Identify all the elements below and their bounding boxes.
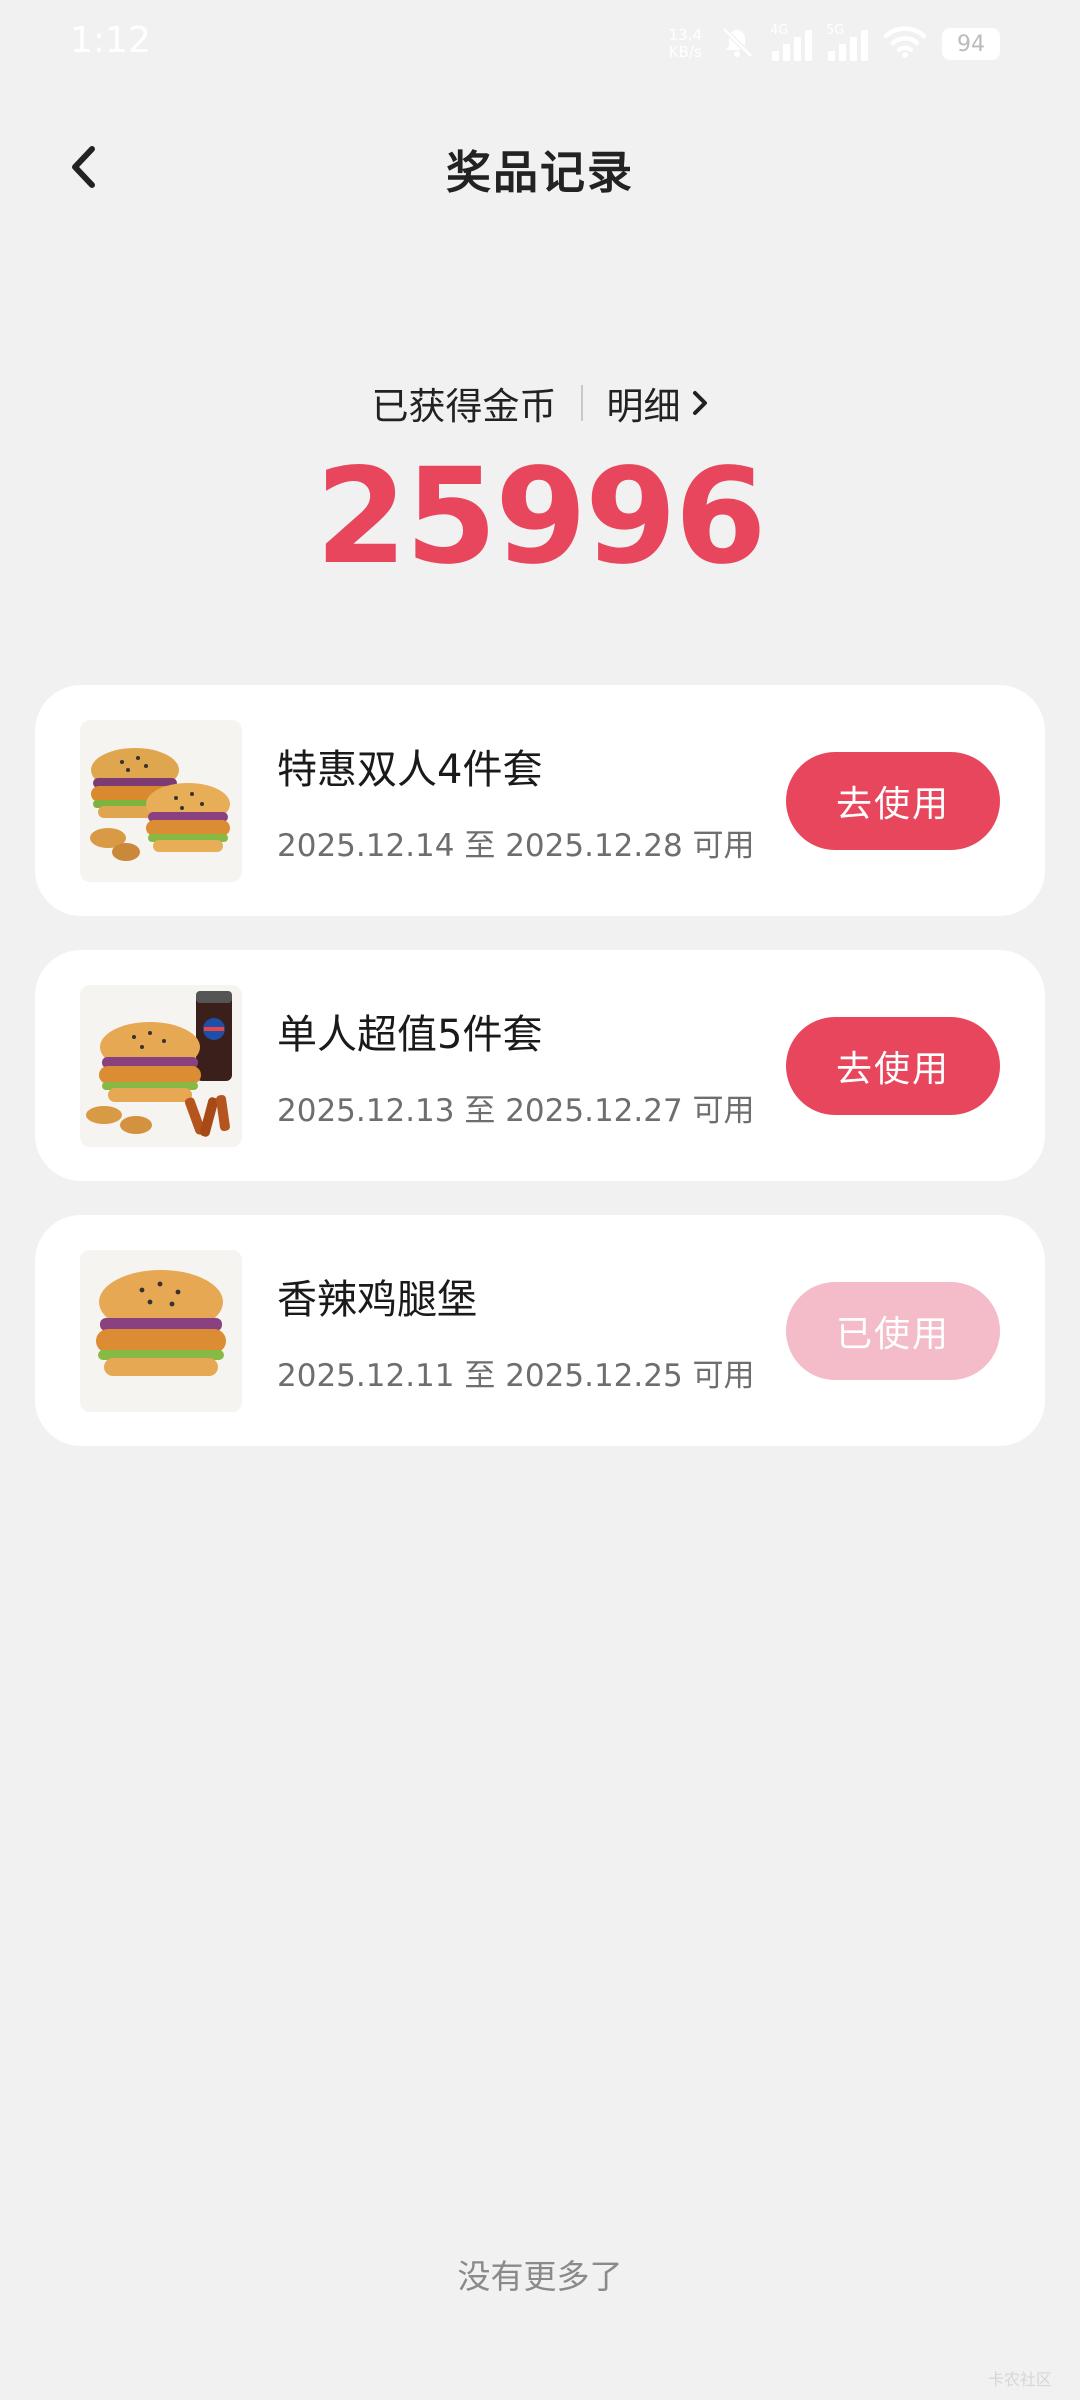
product-image [80, 720, 242, 882]
prize-card: 香辣鸡腿堡 2025.12.11 至 2025.12.25 可用 已使用 [35, 1215, 1045, 1446]
product-image [80, 1250, 242, 1412]
network-speed: 13.4 KB/s [668, 26, 702, 61]
prize-validity: 2025.12.13 至 2025.12.27 可用 [277, 1093, 755, 1129]
use-button[interactable]: 去使用 [786, 752, 1000, 850]
prize-card: 特惠双人4件套 2025.12.14 至 2025.12.28 可用 去使用 [35, 685, 1045, 916]
status-bar: 1:12 13.4 KB/s 4G 5G 94 [0, 0, 1080, 90]
prize-name: 单人超值5件套 [277, 1012, 543, 1058]
detail-link-label: 明细 [606, 385, 681, 428]
detail-link[interactable]: 明细 [607, 376, 709, 430]
signal-icon-sim2: 5G [826, 23, 868, 61]
coins-label: 已获得金币 [371, 385, 557, 428]
use-button[interactable]: 去使用 [786, 1017, 1000, 1115]
prize-card: 单人超值5件套 2025.12.13 至 2025.12.27 可用 去使用 [35, 950, 1045, 1181]
product-image [80, 985, 242, 1147]
chevron-right-icon [692, 391, 707, 415]
prize-validity: 2025.12.14 至 2025.12.28 可用 [277, 828, 755, 864]
watermark: 卡农社区 [987, 2370, 1052, 2389]
wifi-icon [883, 25, 927, 63]
no-more-text: 没有更多了 [457, 2257, 623, 2296]
prize-name: 特惠双人4件套 [277, 747, 543, 793]
status-time: 1:12 [70, 20, 151, 61]
mute-icon [718, 23, 756, 65]
prize-name: 香辣鸡腿堡 [277, 1277, 477, 1323]
coin-summary: 已获得金币 明细 [0, 376, 1080, 430]
page-title: 奖品记录 [445, 146, 634, 199]
divider [580, 385, 583, 421]
used-button[interactable]: 已使用 [786, 1282, 1000, 1380]
signal-icon-sim1: 4G [770, 23, 812, 61]
status-icons: 13.4 KB/s 4G 5G 94 [669, 22, 1000, 66]
prize-validity: 2025.12.11 至 2025.12.25 可用 [277, 1358, 755, 1394]
coin-balance: 25996 [315, 440, 766, 594]
battery-icon: 94 [942, 28, 1000, 60]
